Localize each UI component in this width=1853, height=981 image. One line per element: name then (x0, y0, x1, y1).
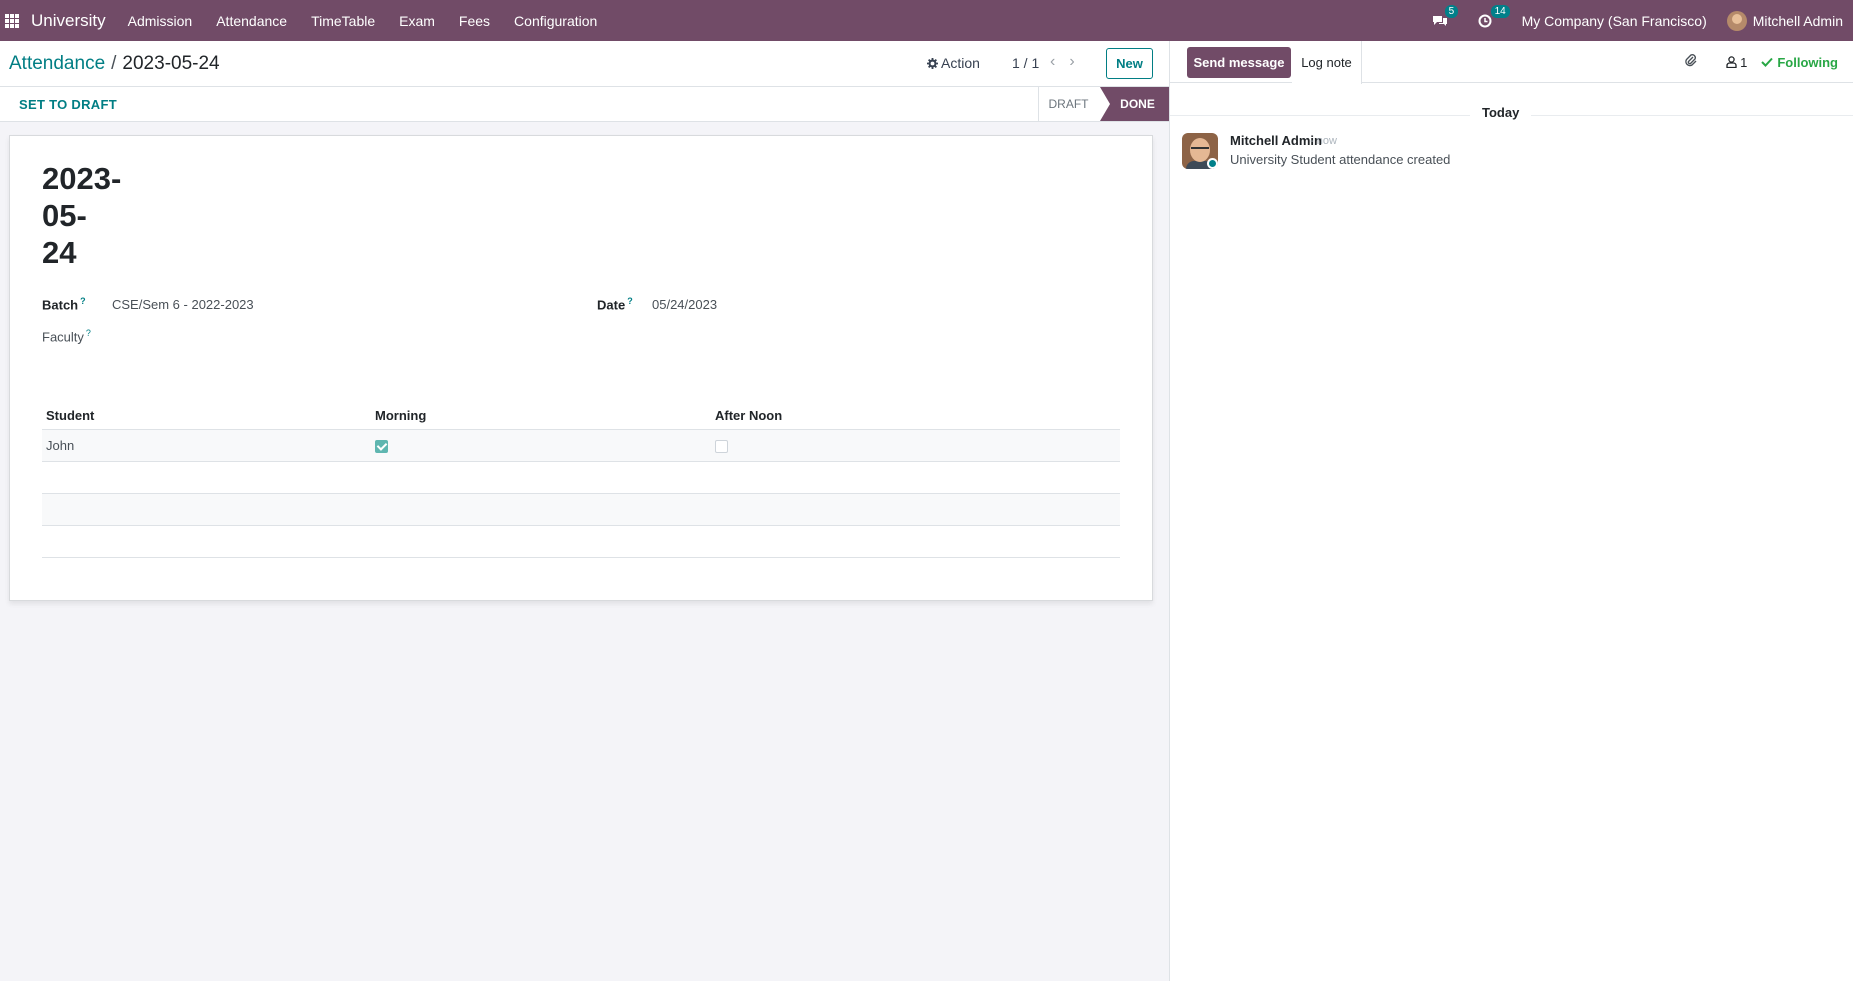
clock-icon (1478, 14, 1492, 27)
breadcrumb: Attendance /2023-05-24 (9, 53, 220, 75)
message-author[interactable]: Mitchell Admin (1230, 133, 1322, 148)
menu-exam[interactable]: Exam (399, 13, 435, 29)
control-panel: Attendance /2023-05-24 Action 1 / 1 ‹ › N… (0, 41, 1169, 87)
online-status-icon (1207, 158, 1218, 169)
column-morning[interactable]: Morning (375, 408, 426, 423)
send-message-button[interactable]: Send message (1187, 47, 1291, 78)
help-icon[interactable]: ? (80, 296, 86, 306)
chatter-topbar: Send message Log note 1 Following (1170, 41, 1853, 84)
faculty-label: Faculty? (42, 328, 91, 345)
pager-next-icon[interactable]: › (1069, 53, 1074, 71)
following-label: Following (1777, 54, 1838, 70)
gear-icon (927, 57, 938, 69)
faculty-field[interactable] (112, 326, 412, 346)
stage-done[interactable]: DONE (1100, 87, 1169, 121)
date-field[interactable]: 05/24/2023 (652, 297, 717, 312)
set-to-draft-button[interactable]: SET TO DRAFT (19, 97, 117, 112)
check-icon (1761, 57, 1774, 67)
new-button[interactable]: New (1106, 48, 1153, 79)
title-line: 24 (42, 235, 77, 270)
stage-draft[interactable]: DRAFT (1038, 87, 1098, 121)
followers-count: 1 (1740, 54, 1748, 70)
chatter-message: Mitchell Admin - now University Student … (1182, 133, 1842, 173)
paperclip-icon[interactable] (1684, 53, 1698, 71)
activities-badge: 14 (1490, 4, 1510, 18)
followers-button[interactable]: 1 (1726, 55, 1747, 70)
log-note-button[interactable]: Log note (1292, 41, 1362, 84)
menu-fees[interactable]: Fees (459, 13, 490, 29)
table-row[interactable]: John (42, 430, 1120, 462)
day-separator: Today (1470, 105, 1532, 120)
following-button[interactable]: Following (1761, 55, 1838, 70)
empty-row (42, 462, 1120, 494)
user-menu[interactable]: Mitchell Admin (1726, 10, 1843, 31)
breadcrumb-attendance[interactable]: Attendance (9, 53, 105, 74)
student-cell: John (46, 438, 75, 453)
messages-badge: 5 (1444, 4, 1459, 18)
menu-configuration[interactable]: Configuration (514, 13, 597, 29)
menu-attendance[interactable]: Attendance (216, 13, 287, 29)
afternoon-checkbox[interactable] (715, 440, 728, 453)
action-label: Action (941, 55, 980, 71)
main-menu: Admission Attendance TimeTable Exam Fees… (128, 13, 622, 29)
menu-timetable[interactable]: TimeTable (311, 13, 375, 29)
action-menu-button[interactable]: Action (927, 55, 980, 71)
empty-row (42, 526, 1120, 558)
activity-menu[interactable]: 14 (1478, 4, 1510, 28)
message-body: University Student attendance created (1230, 152, 1451, 167)
status-bar: SET TO DRAFT DRAFT DONE (0, 87, 1169, 122)
user-name: Mitchell Admin (1752, 12, 1843, 29)
user-icon (1726, 56, 1737, 68)
record-title: 2023- 05- 24 (42, 160, 121, 271)
chat-bubbles-icon (1432, 15, 1447, 26)
batch-label: Batch? (42, 296, 86, 313)
help-icon[interactable]: ? (86, 328, 91, 338)
date-label: Date? (597, 296, 633, 313)
chatter-panel: Send message Log note 1 Following Today … (1169, 41, 1853, 981)
breadcrumb-current: 2023-05-24 (122, 53, 220, 74)
app-brand[interactable]: University (31, 11, 106, 31)
title-line: 05- (42, 198, 87, 233)
column-afternoon[interactable]: After Noon (715, 408, 782, 423)
title-line: 2023- (42, 161, 122, 196)
form-sheet: 2023- 05- 24 Batch? CSE/Sem 6 - 2022-202… (9, 135, 1153, 601)
messaging-menu[interactable]: 5 (1432, 4, 1459, 28)
apps-grid-icon[interactable] (5, 13, 19, 28)
batch-field[interactable]: CSE/Sem 6 - 2022-2023 (112, 297, 254, 312)
help-icon[interactable]: ? (627, 296, 633, 306)
empty-row (42, 494, 1120, 526)
user-avatar (1726, 10, 1747, 31)
pager-value[interactable]: 1 / 1 (1012, 55, 1039, 71)
company-switcher[interactable]: My Company (San Francisco) (1522, 13, 1707, 29)
column-student[interactable]: Student (46, 408, 94, 423)
message-time: - now (1310, 135, 1337, 147)
top-navbar: University Admission Attendance TimeTabl… (0, 0, 1853, 41)
pager-previous-icon[interactable]: ‹ (1050, 53, 1055, 71)
attendance-lines-table: Student Morning After Noon John (42, 400, 1120, 558)
menu-admission[interactable]: Admission (128, 13, 193, 29)
morning-checkbox[interactable] (375, 440, 388, 453)
table-header: Student Morning After Noon (42, 400, 1120, 430)
breadcrumb-separator: / (111, 53, 117, 74)
